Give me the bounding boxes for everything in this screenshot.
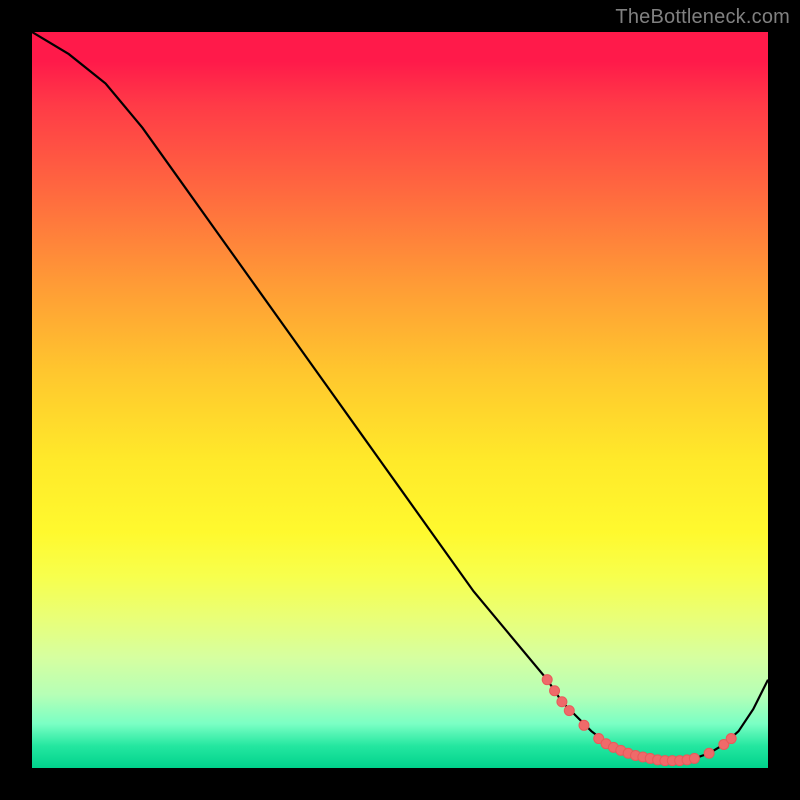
- curve-marker: [557, 697, 567, 707]
- curve-marker: [689, 753, 699, 763]
- curve-marker: [704, 748, 714, 758]
- curve-marker: [542, 675, 552, 685]
- chart-frame: TheBottleneck.com: [0, 0, 800, 800]
- watermark-text: TheBottleneck.com: [615, 6, 790, 29]
- curve-marker: [579, 720, 589, 730]
- curve-markers: [542, 675, 736, 766]
- curve-marker: [564, 706, 574, 716]
- bottleneck-curve: [32, 32, 768, 761]
- curve-marker: [550, 686, 560, 696]
- plot-area: [32, 32, 768, 768]
- chart-svg: [32, 32, 768, 768]
- curve-marker: [726, 734, 736, 744]
